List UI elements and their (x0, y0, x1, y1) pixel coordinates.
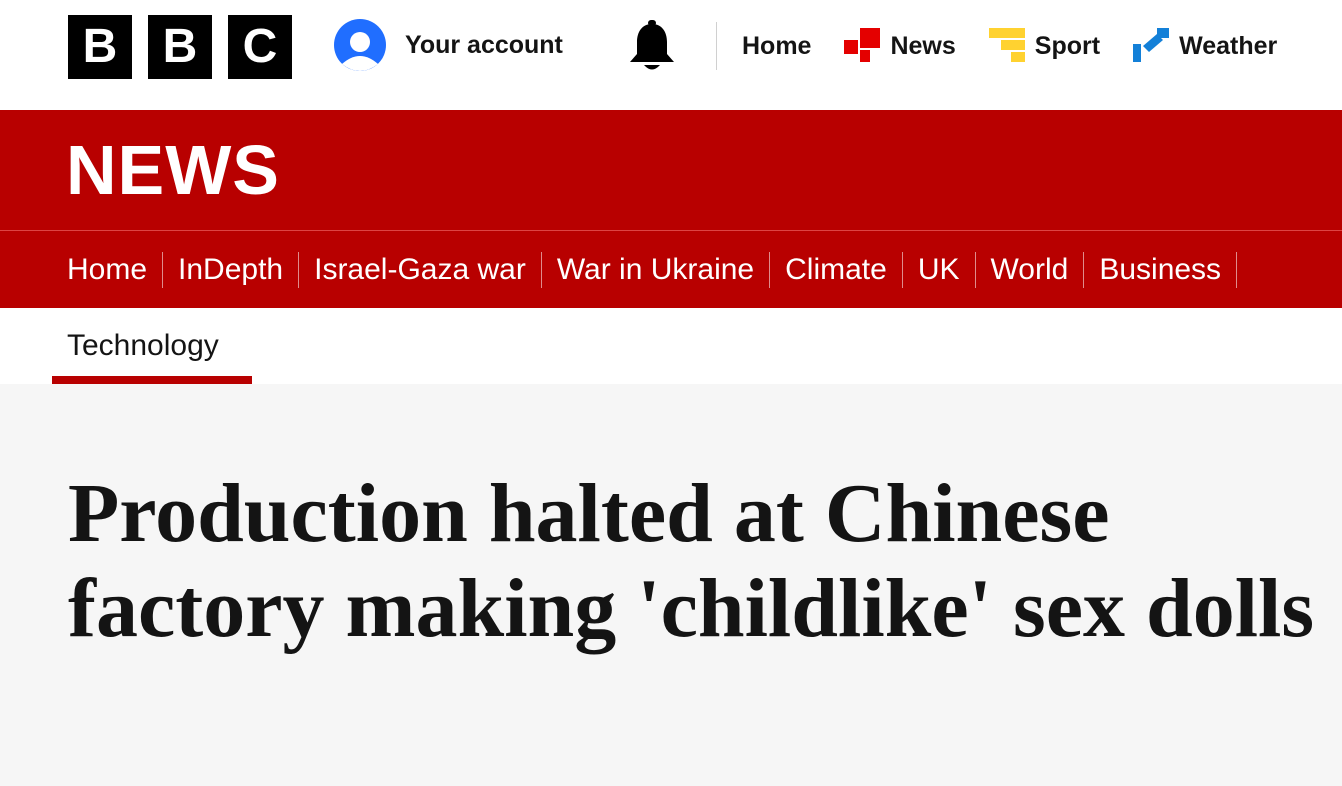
news-brand[interactable]: NEWS (66, 132, 280, 208)
news-nav-label: World (990, 253, 1069, 286)
nav-separator (1236, 252, 1238, 288)
news-nav-label: Home (67, 253, 148, 286)
news-nav-label: InDepth (178, 253, 284, 286)
news-nav-label: Business (1099, 253, 1222, 286)
news-section-nav: Home InDepth Israel-Gaza war War in Ukra… (0, 230, 1342, 308)
notifications-button[interactable] (626, 20, 678, 79)
bbc-nav-home[interactable]: Home (742, 32, 811, 61)
news-nav-business[interactable]: Business (1099, 252, 1252, 288)
nav-separator (769, 252, 771, 288)
nav-separator (540, 252, 542, 288)
news-nav-climate[interactable]: Climate (785, 252, 918, 288)
news-nav-home[interactable]: Home (67, 252, 178, 288)
account-button[interactable]: Your account (333, 19, 563, 71)
bbc-logo-letter: B (148, 15, 212, 79)
active-tab-underline (52, 376, 252, 384)
news-nav-indepth[interactable]: InDepth (178, 252, 314, 288)
nav-separator (1083, 252, 1085, 288)
news-nav-label: Israel-Gaza war (314, 253, 526, 286)
bbc-nav-sport[interactable]: Sport (988, 28, 1101, 64)
news-nav-label: Climate (785, 253, 887, 286)
weather-icon (1133, 28, 1170, 62)
bbc-nav-label: Home (742, 31, 812, 60)
nav-separator (162, 252, 164, 288)
bbc-logo-letter: B (68, 15, 132, 79)
account-icon (334, 19, 386, 71)
bbc-top-bar: B B C Your account Home News Sport Weath… (0, 0, 1342, 110)
tab-technology[interactable]: Technology (52, 308, 234, 384)
account-label: Your account (405, 30, 563, 59)
bbc-main-nav: Home News Sport Weather (742, 22, 1310, 70)
news-nav-label: War in Ukraine (556, 253, 755, 286)
bbc-logo[interactable]: B B C (68, 15, 292, 79)
section-bar: Technology (0, 308, 1342, 384)
news-masthead: NEWS (0, 110, 1342, 230)
sport-icon (988, 28, 1025, 62)
bbc-nav-weather[interactable]: Weather (1133, 28, 1277, 64)
bell-icon (630, 20, 674, 70)
article-headline: Production halted at Chinese factory mak… (68, 467, 1315, 655)
nav-separator (974, 252, 976, 288)
bbc-nav-label: News (890, 31, 956, 60)
top-bar-divider (716, 22, 717, 70)
news-nav-label: UK (917, 253, 960, 286)
news-nav-world[interactable]: World (991, 252, 1100, 288)
news-icon (844, 28, 881, 62)
nav-separator (901, 252, 903, 288)
news-nav-israel-gaza[interactable]: Israel-Gaza war (314, 252, 557, 288)
bbc-nav-news[interactable]: News (844, 28, 956, 64)
news-nav-uk[interactable]: UK (918, 252, 991, 288)
bbc-nav-label: Sport (1034, 31, 1101, 60)
bbc-logo-letter: C (228, 15, 292, 79)
news-nav-ukraine[interactable]: War in Ukraine (557, 252, 785, 288)
bbc-nav-label: Weather (1179, 31, 1278, 60)
nav-separator (298, 252, 300, 288)
